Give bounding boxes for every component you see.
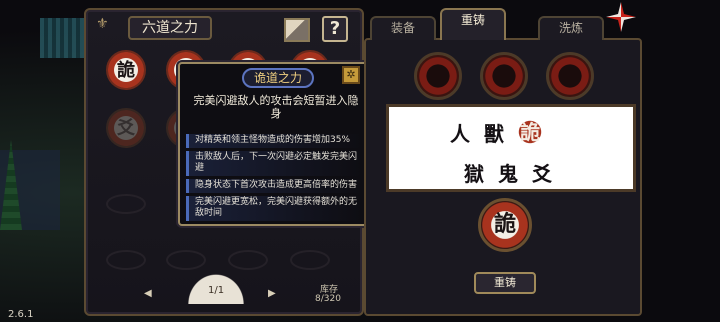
recipe-glyph: 獄 — [464, 162, 484, 186]
rune-slot[interactable]: 爻 — [106, 108, 146, 148]
tooltip-effects: 对精英和领主怪物造成的伤害增加35% 击败敌人后，下一次闪避必定触发完美闪避 隐… — [186, 134, 362, 224]
effect-line: 完美闪避更宽松，完美闪避获得额外的无敌时间 — [186, 196, 362, 221]
empty-rune-slot[interactable] — [166, 250, 206, 270]
tooltip-title: 诡道之力 — [242, 68, 315, 88]
empty-rune-slot[interactable] — [290, 250, 330, 270]
reforge-button[interactable]: 重铸 — [474, 272, 536, 294]
recipe-glyph: 鬼 — [498, 162, 518, 186]
prev-page-button[interactable]: ◀ — [144, 288, 152, 299]
result-rune-slot[interactable]: 詭 — [478, 198, 532, 252]
version-label: 2.6.1 — [8, 309, 34, 320]
input-socket[interactable] — [414, 52, 462, 100]
rune-glyph: 詭 — [117, 60, 135, 81]
tab-reforge[interactable]: 重铸 — [440, 8, 506, 40]
ornament-icon: ⚜ — [96, 16, 109, 32]
empty-rune-slot[interactable] — [228, 250, 268, 270]
rune-slot[interactable]: 詭 — [106, 50, 146, 90]
result-glyph: 詭 — [493, 212, 516, 237]
sort-tiles-icon[interactable] — [284, 18, 310, 42]
recipe-glyph: 獸 — [484, 122, 504, 146]
input-socket[interactable] — [480, 52, 528, 100]
storage-count: 8/320 — [315, 294, 341, 304]
next-page-button[interactable]: ▶ — [268, 288, 276, 299]
tab-refine[interactable]: 洗炼 — [538, 16, 604, 40]
effect-line: 对精英和领主怪物造成的伤害增加35% — [186, 134, 362, 148]
recipe-glyph: 人 — [450, 122, 470, 146]
empty-rune-slot[interactable] — [106, 250, 146, 270]
tab-equipment[interactable]: 装备 — [370, 16, 436, 40]
rune-tooltip: 诡道之力 ✲ 完美闪避敌人的攻击会短暂进入隐身 对精英和领主怪物造成的伤害增加3… — [178, 62, 368, 226]
help-button[interactable]: ? — [322, 16, 348, 42]
empty-rune-slot[interactable] — [106, 194, 146, 214]
rune-glyph: 爻 — [117, 118, 135, 139]
recipe-glyph: 爻 — [532, 162, 552, 186]
effect-line: 击败敌人后，下一次闪避必定触发完美闪避 — [186, 151, 362, 176]
background-machine — [40, 18, 84, 58]
input-socket[interactable] — [546, 52, 594, 100]
page-indicator: 1/1 — [208, 285, 225, 296]
effect-line: 隐身状态下首次攻击造成更高倍率的伤害 — [186, 179, 362, 193]
gear-icon[interactable]: ✲ — [342, 66, 360, 84]
panel-title: 六道之力 — [128, 16, 212, 40]
recipe-glyph: 詭 — [516, 118, 544, 146]
tooltip-description: 完美闪避敌人的攻击会短暂进入隐身 — [193, 94, 359, 120]
